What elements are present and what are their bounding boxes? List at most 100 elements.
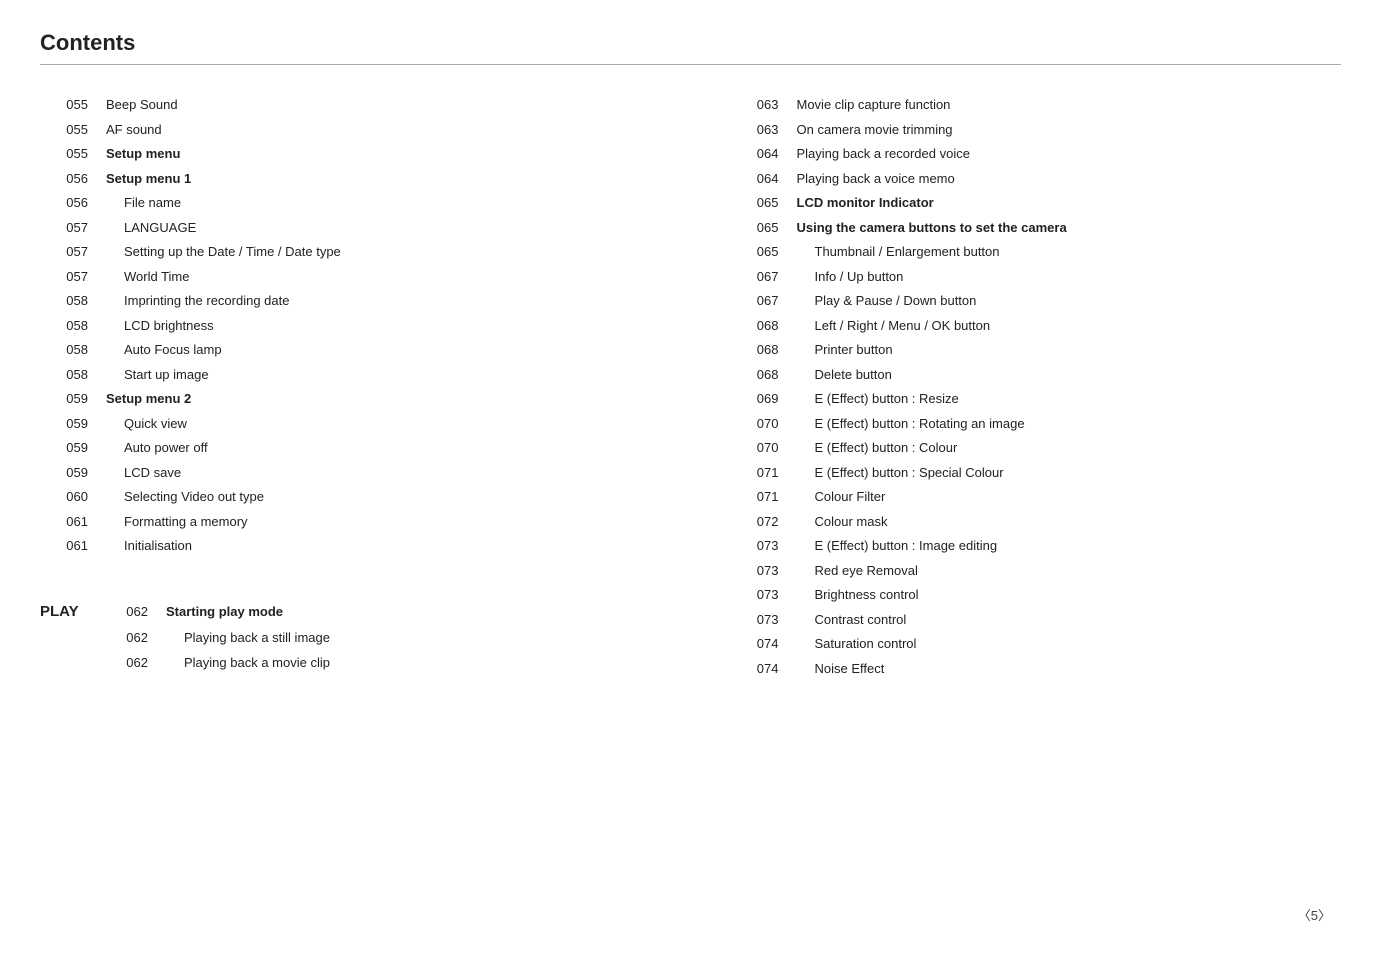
entry-label: Setup menu 1 [106,169,191,189]
page-number: 067 [731,291,779,311]
list-item: PLAY 062 Starting play mode [40,601,651,624]
page-number: 063 [731,120,779,140]
list-item: 062Playing back a movie clip [40,653,651,673]
page-number: 074 [731,634,779,654]
page-number: 059 [40,414,88,434]
page-number: 065 [731,242,779,262]
page-number: 071 [731,463,779,483]
page-number: 057 [40,218,88,238]
page-number: 057 [40,242,88,262]
entry-label: Colour mask [797,512,888,532]
entry-label: Printer button [797,340,893,360]
page-title: Contents [40,30,1341,65]
entry-label: Setup menu 2 [106,389,191,409]
page-number: 060 [40,487,88,507]
page-number: 065 [731,218,779,238]
page-number: 062 [110,653,148,673]
entry-label: Initialisation [106,536,192,556]
list-item: 068 Printer button [731,340,1342,360]
page-number: 063 [731,95,779,115]
page-number: 073 [731,561,779,581]
page-number: 057 [40,267,88,287]
list-item: 058Start up image [40,365,651,385]
page-number: 058 [40,340,88,360]
list-item: 074Saturation control [731,634,1342,654]
entry-label: Setting up the Date / Time / Date type [106,242,341,262]
list-item: 068 Left / Right / Menu / OK button [731,316,1342,336]
entry-label: Movie clip capture function [797,95,951,115]
entry-label: Beep Sound [106,95,178,115]
entry-label: LCD save [106,463,181,483]
list-item: 068 Delete button [731,365,1342,385]
page-footer: 〈5〉 [1298,905,1331,924]
list-item: 058Imprinting the recording date [40,291,651,311]
list-item: 071 Colour Filter [731,487,1342,507]
entry-label: Setup menu [106,144,180,164]
entry-label: File name [106,193,181,213]
list-item: 070E (Effect) button : Rotating an image [731,414,1342,434]
page-number: 058 [40,365,88,385]
list-item: 058Auto Focus lamp [40,340,651,360]
page-number: 061 [40,512,88,532]
page-number: 072 [731,512,779,532]
list-item: 056File name [40,193,651,213]
entry-label: On camera movie trimming [797,120,953,140]
entry-label: Colour Filter [797,487,886,507]
entry-label: Formatting a memory [106,512,248,532]
play-section-label: PLAY [40,601,100,624]
list-item: 069E (Effect) button : Resize [731,389,1342,409]
list-item: 073Brightness control [731,585,1342,605]
page-number: 064 [731,169,779,189]
page-number: 056 [40,169,88,189]
page-number: 068 [731,365,779,385]
page-number: 058 [40,291,88,311]
entry-label: E (Effect) button : Image editing [797,536,998,556]
list-item: 059 Quick view [40,414,651,434]
entry-label: E (Effect) button : Colour [797,438,958,458]
list-item: 062Playing back a still image [40,628,651,648]
page-number: 061 [40,536,88,556]
entry-label: Quick view [106,414,187,434]
entry-label: Noise Effect [797,659,885,679]
page-number: 055 [40,95,88,115]
page-number: 068 [731,316,779,336]
entry-label: Info / Up button [797,267,904,287]
page-number: 070 [731,414,779,434]
page-number: 064 [731,144,779,164]
page-number: 062 [110,602,148,622]
left-column: 055Beep Sound055AF sound055Setup menu056… [40,95,691,683]
list-item: 073Contrast control [731,610,1342,630]
page-number: 073 [731,536,779,556]
list-item: 056 Setup menu 1 [40,169,651,189]
entry-label: Play & Pause / Down button [797,291,977,311]
entry-label: Thumbnail / Enlargement button [797,242,1000,262]
page-number: 055 [40,144,88,164]
entry-label: LANGUAGE [106,218,196,238]
list-item: 061 Initialisation [40,536,651,556]
list-item: 055 Setup menu [40,144,651,164]
entry-label: LCD brightness [106,316,214,336]
page-number: 065 [731,193,779,213]
entry-label: Delete button [797,365,892,385]
list-item: 073 E (Effect) button : Image editing [731,536,1342,556]
list-item: 070E (Effect) button : Colour [731,438,1342,458]
entry-label: Contrast control [797,610,907,630]
list-item: 057 Setting up the Date / Time / Date typ… [40,242,651,262]
entry-label: Left / Right / Menu / OK button [797,316,991,336]
list-item: 055 Beep Sound [40,95,651,115]
entry-label: Starting play mode [166,602,283,622]
entry-label: Red eye Removal [797,561,918,581]
page-number: 069 [731,389,779,409]
entry-label: Playing back a recorded voice [797,144,970,164]
list-item: 071E (Effect) button : Special Colour [731,463,1342,483]
entry-label: Playing back a still image [166,628,330,648]
list-item: 057World Time [40,267,651,287]
list-item: 059LCD save [40,463,651,483]
page-number: 071 [731,487,779,507]
entry-label: AF sound [106,120,162,140]
list-item: 058LCD brightness [40,316,651,336]
entry-label: Playing back a voice memo [797,169,955,189]
list-item: 072 Colour mask [731,512,1342,532]
page-number: 068 [731,340,779,360]
list-item: 059Auto power off [40,438,651,458]
